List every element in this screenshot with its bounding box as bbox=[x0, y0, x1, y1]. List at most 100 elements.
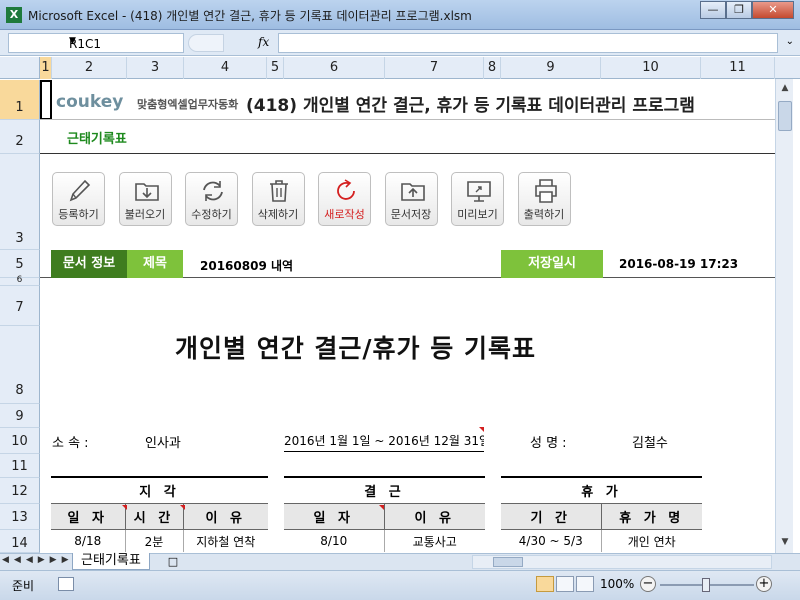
monitor-icon bbox=[467, 181, 491, 202]
insert-function-icon[interactable]: fx bbox=[258, 35, 269, 49]
absence-date-cell[interactable]: 8/10 bbox=[284, 529, 384, 552]
column-header[interactable]: 4 bbox=[184, 57, 267, 79]
formula-divider bbox=[188, 34, 224, 52]
sheet-tab-bar: ◀◀◀▶▶▶ 근태기록표 □ bbox=[0, 553, 800, 570]
absence-group-header: 결 근 bbox=[284, 476, 485, 504]
scroll-thumb[interactable] bbox=[778, 101, 792, 131]
row-header[interactable]: 5 bbox=[0, 250, 40, 278]
comment-indicator[interactable] bbox=[379, 505, 384, 510]
select-all-corner[interactable] bbox=[0, 57, 40, 79]
column-header[interactable]: 9 bbox=[501, 57, 601, 79]
late-time-cell[interactable]: 2분 bbox=[124, 529, 183, 552]
window-title: Microsoft Excel - (418) 개인별 연간 결근, 휴가 등 … bbox=[28, 9, 472, 23]
chevron-down-icon[interactable]: ▼ bbox=[69, 36, 179, 46]
row-header[interactable]: 14 bbox=[0, 530, 40, 553]
name-label: 성 명 : bbox=[530, 436, 567, 451]
minimize-button[interactable]: — bbox=[700, 1, 726, 19]
edit-button[interactable]: 수정하기 bbox=[185, 172, 238, 226]
column-header[interactable]: 7 bbox=[385, 57, 484, 79]
column-header[interactable]: 8 bbox=[484, 57, 501, 79]
table-row[interactable]: 8/10 교통사고 bbox=[284, 529, 485, 552]
delete-button[interactable]: 삭제하기 bbox=[251, 172, 305, 226]
register-button-label: 등록하기 bbox=[58, 208, 99, 221]
print-button[interactable]: 출력하기 bbox=[517, 172, 571, 226]
name-box[interactable]: R1C1 ▼ bbox=[8, 33, 184, 53]
vertical-scrollbar[interactable]: ▲ ▼ bbox=[775, 79, 793, 553]
worksheet-area[interactable]: coukey 맞춤형엑셀업무자동화 (418) 개인별 연간 결근, 휴가 등 … bbox=[40, 80, 775, 552]
pencil-icon bbox=[69, 179, 91, 202]
row-header[interactable]: 12 bbox=[0, 478, 40, 504]
new-button[interactable]: 새로작성 bbox=[318, 172, 371, 226]
column-header[interactable]: 3 bbox=[127, 57, 184, 79]
printer-icon bbox=[534, 179, 557, 203]
excel-app-icon[interactable]: X bbox=[6, 7, 22, 23]
normal-view-icon[interactable] bbox=[536, 576, 554, 592]
vacation-name-cell[interactable]: 개인 연차 bbox=[600, 529, 702, 552]
table-row[interactable]: 8/18 2분 지하철 연착 bbox=[51, 529, 268, 552]
row-header[interactable]: 10 bbox=[0, 428, 40, 454]
row-header[interactable]: 3 bbox=[0, 154, 40, 250]
column-header[interactable]: 6 bbox=[284, 57, 385, 79]
column-header[interactable]: 10 bbox=[601, 57, 701, 79]
zoom-out-icon[interactable]: − bbox=[640, 576, 656, 592]
register-button[interactable]: 등록하기 bbox=[52, 172, 105, 226]
department-value[interactable]: 인사과 bbox=[145, 432, 181, 451]
row-header[interactable]: 9 bbox=[0, 404, 40, 428]
sheet-nav-icons[interactable]: ◀◀◀▶▶▶ bbox=[2, 555, 74, 565]
column-header[interactable]: 11 bbox=[701, 57, 775, 79]
divider bbox=[40, 119, 775, 120]
title-label: 제목 bbox=[127, 250, 183, 278]
comment-indicator[interactable] bbox=[479, 427, 484, 432]
macro-record-icon[interactable] bbox=[58, 577, 74, 591]
late-header-time: 시 간 bbox=[124, 503, 183, 530]
sheet-tab-active[interactable]: 근태기록표 bbox=[72, 553, 150, 570]
scroll-up-icon[interactable]: ▲ bbox=[778, 81, 792, 95]
row-header[interactable]: 8 bbox=[0, 326, 40, 404]
period-value[interactable]: 2016년 1월 1일 ~ 2016년 12월 31일 bbox=[284, 432, 484, 452]
scroll-down-icon[interactable]: ▼ bbox=[778, 535, 792, 549]
row-header[interactable]: 6 bbox=[0, 276, 40, 286]
comment-indicator[interactable] bbox=[122, 505, 127, 510]
active-cell[interactable] bbox=[40, 80, 52, 120]
column-header[interactable]: 1 bbox=[40, 57, 52, 79]
title-value[interactable]: 20160809 내역 bbox=[200, 257, 293, 274]
horizontal-scrollbar[interactable] bbox=[472, 555, 772, 569]
row-header[interactable]: 7 bbox=[0, 286, 40, 326]
vacation-period-cell[interactable]: 4/30 ~ 5/3 bbox=[501, 529, 601, 552]
late-date-cell[interactable]: 8/18 bbox=[51, 529, 125, 552]
formula-input[interactable] bbox=[278, 33, 778, 53]
download-folder-icon bbox=[134, 183, 159, 201]
absence-reason-cell[interactable]: 교통사고 bbox=[383, 529, 485, 552]
row-header[interactable]: 2 bbox=[0, 120, 40, 154]
new-button-label: 새로작성 bbox=[324, 208, 365, 221]
page-break-view-icon[interactable] bbox=[576, 576, 594, 592]
refresh-icon bbox=[203, 181, 223, 201]
preview-button[interactable]: 미리보기 bbox=[451, 172, 504, 226]
comment-indicator[interactable] bbox=[180, 505, 185, 510]
close-button[interactable]: ✕ bbox=[752, 1, 794, 19]
late-reason-cell[interactable]: 지하철 연착 bbox=[182, 529, 268, 552]
zoom-level[interactable]: 100% bbox=[600, 577, 634, 591]
column-header[interactable]: 2 bbox=[52, 57, 127, 79]
vacation-group-header: 휴 가 bbox=[501, 476, 702, 504]
name-value[interactable]: 김철수 bbox=[632, 432, 668, 451]
formula-bar: R1C1 ▼ fx ⌄ bbox=[0, 30, 800, 56]
column-header[interactable]: 5 bbox=[267, 57, 284, 79]
table-row[interactable]: 4/30 ~ 5/3 개인 연차 bbox=[501, 529, 702, 552]
zoom-slider-thumb[interactable] bbox=[702, 578, 710, 592]
row-header[interactable]: 1 bbox=[0, 80, 40, 120]
late-header-reason: 이 유 bbox=[182, 503, 268, 530]
restore-button[interactable]: ❐ bbox=[726, 1, 752, 19]
row-header[interactable]: 13 bbox=[0, 504, 40, 530]
hscroll-thumb[interactable] bbox=[493, 557, 523, 567]
late-table: 지 각 일 자 시 간 이 유 8/18 2분 지하철 연착 bbox=[51, 476, 268, 552]
absence-header-reason: 이 유 bbox=[383, 503, 485, 530]
insert-sheet-icon[interactable]: □ bbox=[162, 555, 184, 569]
window-titlebar: X Microsoft Excel - (418) 개인별 연간 결근, 휴가 … bbox=[0, 0, 800, 30]
row-header[interactable]: 11 bbox=[0, 454, 40, 478]
page-layout-view-icon[interactable] bbox=[556, 576, 574, 592]
load-button[interactable]: 불러오기 bbox=[118, 172, 172, 226]
expand-formula-icon[interactable]: ⌄ bbox=[786, 36, 794, 47]
save-button[interactable]: 문서저장 bbox=[384, 172, 438, 226]
zoom-in-icon[interactable]: + bbox=[756, 576, 772, 592]
